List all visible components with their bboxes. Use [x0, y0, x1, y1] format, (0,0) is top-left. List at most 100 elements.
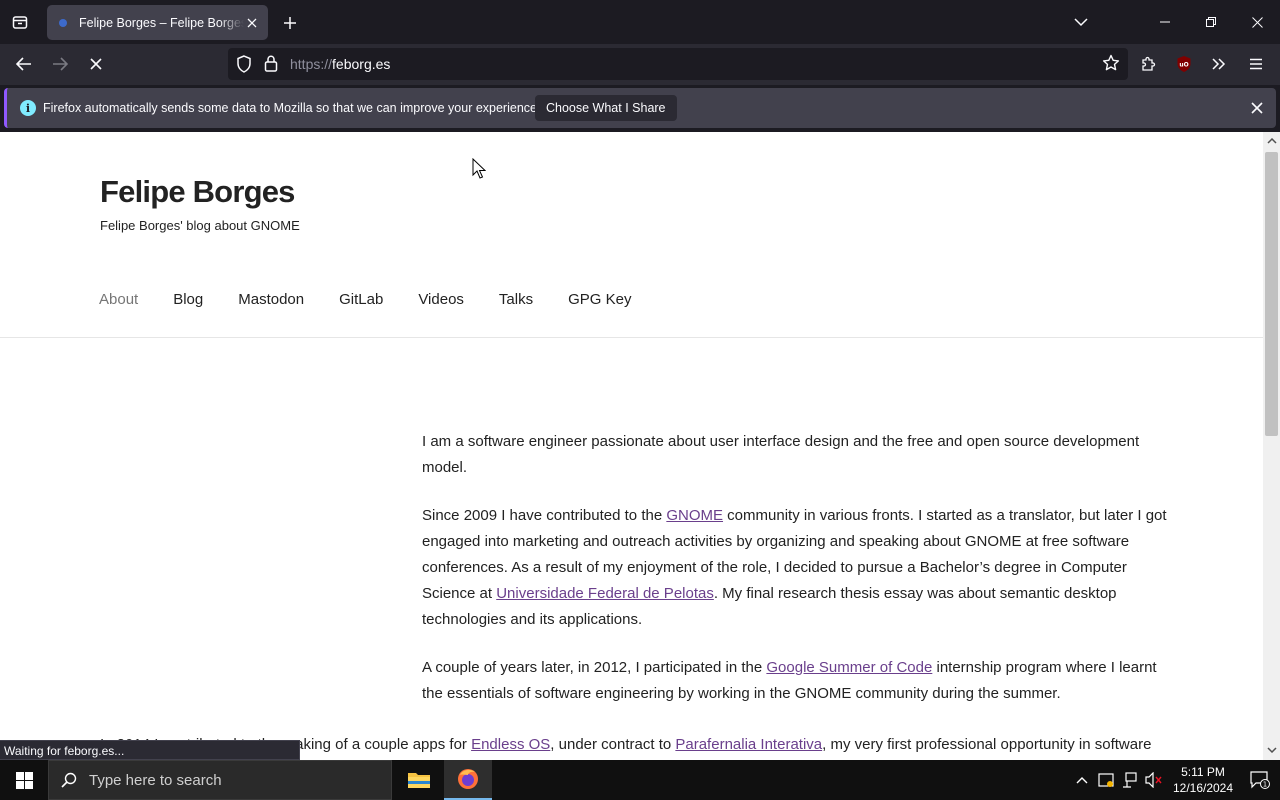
- menu-item-gpg-key[interactable]: GPG Key: [568, 291, 631, 308]
- site-description: Felipe Borges' blog about GNOME: [100, 218, 300, 233]
- text-span: , under contract to: [550, 736, 676, 753]
- link-parafernalia[interactable]: Parafernalia Interativa: [675, 736, 822, 753]
- vertical-scrollbar[interactable]: [1263, 132, 1280, 760]
- url-host: feborg.es: [332, 56, 391, 72]
- site-menu: About Blog Mastodon GitLab Videos Talks …: [99, 291, 666, 308]
- action-center-button[interactable]: 1: [1240, 760, 1280, 800]
- tab-favicon-icon: [59, 18, 67, 27]
- text-span: Since 2009 I have contributed to the: [422, 507, 667, 524]
- scrollbar-thumb[interactable]: [1265, 152, 1278, 436]
- chevron-down-icon: [1074, 18, 1088, 27]
- notification-close-button[interactable]: [1248, 99, 1266, 117]
- network-tray-button[interactable]: [1118, 760, 1142, 800]
- lock-icon[interactable]: [264, 55, 278, 72]
- volume-tray-button[interactable]: [1142, 760, 1166, 800]
- article-body: I am a software engineer passionate abou…: [100, 429, 1172, 753]
- tracking-protection-shield-icon[interactable]: [236, 55, 252, 73]
- restore-button[interactable]: [1188, 0, 1234, 44]
- scroll-up-arrow-icon[interactable]: [1266, 135, 1277, 147]
- tab-title: Felipe Borges – Felipe Borges' blog abou…: [79, 15, 244, 30]
- menu-item-talks[interactable]: Talks: [499, 291, 533, 308]
- link-ufpel[interactable]: Universidade Federal de Pelotas: [496, 585, 714, 602]
- paragraph-gsoc: A couple of years later, in 2012, I part…: [422, 655, 1172, 707]
- notification-message: Firefox automatically sends some data to…: [43, 101, 541, 115]
- app-menu-button[interactable]: [1241, 49, 1271, 79]
- link-gnome[interactable]: GNOME: [666, 507, 723, 524]
- search-icon: [61, 772, 77, 788]
- data-reporting-notification: i Firefox automatically sends some data …: [4, 88, 1276, 128]
- start-button[interactable]: [0, 760, 48, 800]
- menu-item-blog[interactable]: Blog: [173, 291, 203, 308]
- double-chevron-right-icon: [1212, 58, 1226, 70]
- scroll-down-arrow-icon[interactable]: [1266, 744, 1277, 756]
- close-icon: [90, 58, 102, 70]
- menu-item-gitlab[interactable]: GitLab: [339, 291, 383, 308]
- minimize-icon: [1160, 21, 1170, 23]
- active-tab[interactable]: Felipe Borges – Felipe Borges' blog abou…: [47, 5, 268, 40]
- text-span: A couple of years later, in 2012, I part…: [422, 659, 767, 676]
- paragraph-intro: I am a software engineer passionate abou…: [422, 433, 1140, 476]
- forward-button[interactable]: [45, 49, 75, 79]
- stop-loading-button[interactable]: [81, 49, 111, 79]
- search-placeholder: Type here to search: [89, 771, 222, 789]
- ublock-origin-button[interactable]: uO: [1169, 49, 1199, 79]
- security-tray-button[interactable]: [1094, 760, 1118, 800]
- ublock-origin-icon: uO: [1177, 56, 1191, 72]
- firefox-view-icon: [12, 16, 28, 29]
- menu-item-about[interactable]: About: [99, 291, 138, 308]
- bookmark-star-icon[interactable]: [1102, 54, 1120, 72]
- clock-time: 5:11 PM: [1181, 765, 1225, 779]
- new-tab-button[interactable]: [278, 11, 302, 35]
- chevron-up-icon: [1076, 777, 1088, 784]
- list-all-tabs-button[interactable]: [1068, 10, 1094, 34]
- tab-close-button[interactable]: [244, 15, 260, 31]
- arrow-left-icon: [16, 57, 31, 71]
- extensions-button[interactable]: [1133, 49, 1163, 79]
- close-icon: [247, 18, 257, 27]
- close-window-button[interactable]: [1234, 0, 1280, 44]
- header-divider: [0, 337, 1263, 338]
- svg-text:uO: uO: [1179, 62, 1188, 69]
- defender-icon: [1098, 773, 1114, 787]
- web-content: Felipe Borges Felipe Borges' blog about …: [0, 132, 1280, 760]
- menu-item-mastodon[interactable]: Mastodon: [238, 291, 304, 308]
- menu-item-videos[interactable]: Videos: [418, 291, 464, 308]
- link-gsoc[interactable]: Google Summer of Code: [766, 659, 932, 676]
- mouse-cursor-icon: [472, 158, 486, 179]
- windows-taskbar: Type here to search 5:11 PM 12/16/2024 1: [0, 760, 1280, 800]
- taskbar-search-box[interactable]: Type here to search: [48, 760, 392, 800]
- windows-logo-icon: [15, 771, 33, 789]
- file-explorer-button[interactable]: [395, 760, 443, 800]
- arrow-right-icon: [53, 57, 68, 71]
- more-tools-button[interactable]: [1204, 49, 1234, 79]
- puzzle-icon: [1142, 56, 1156, 71]
- firefox-taskbar-button[interactable]: [444, 760, 492, 800]
- notification-icon: 1: [1250, 771, 1270, 789]
- tab-strip: Felipe Borges – Felipe Borges' blog abou…: [0, 0, 1280, 44]
- plus-icon: [284, 17, 296, 29]
- restore-icon: [1206, 17, 1216, 27]
- url-scheme: https://: [290, 56, 333, 72]
- network-icon: [1123, 772, 1137, 788]
- site-title[interactable]: Felipe Borges: [100, 174, 295, 210]
- minimize-button[interactable]: [1142, 0, 1188, 44]
- taskbar-clock[interactable]: 5:11 PM 12/16/2024: [1166, 764, 1240, 796]
- tray-overflow-button[interactable]: [1070, 760, 1094, 800]
- text-span: , my very first professional opportunity…: [822, 736, 1152, 753]
- close-icon: [1251, 16, 1263, 28]
- close-icon: [1251, 102, 1263, 114]
- hamburger-menu-icon: [1250, 58, 1262, 70]
- back-button[interactable]: [9, 49, 39, 79]
- firefox-view-button[interactable]: [6, 8, 34, 36]
- navigation-toolbar: https://feborg.es uO: [0, 44, 1280, 85]
- paragraph-gnome: Since 2009 I have contributed to the GNO…: [422, 503, 1172, 633]
- firefox-icon: [458, 769, 478, 789]
- url-text[interactable]: https://feborg.es: [290, 56, 390, 72]
- clock-date: 12/16/2024: [1172, 781, 1234, 795]
- choose-what-i-share-button[interactable]: Choose What I Share: [535, 95, 677, 121]
- info-icon: i: [20, 100, 36, 116]
- url-bar[interactable]: https://feborg.es: [228, 48, 1128, 80]
- folder-icon: [408, 773, 430, 788]
- system-tray: 5:11 PM 12/16/2024 1: [1070, 760, 1280, 800]
- link-endless-os[interactable]: Endless OS: [471, 736, 550, 753]
